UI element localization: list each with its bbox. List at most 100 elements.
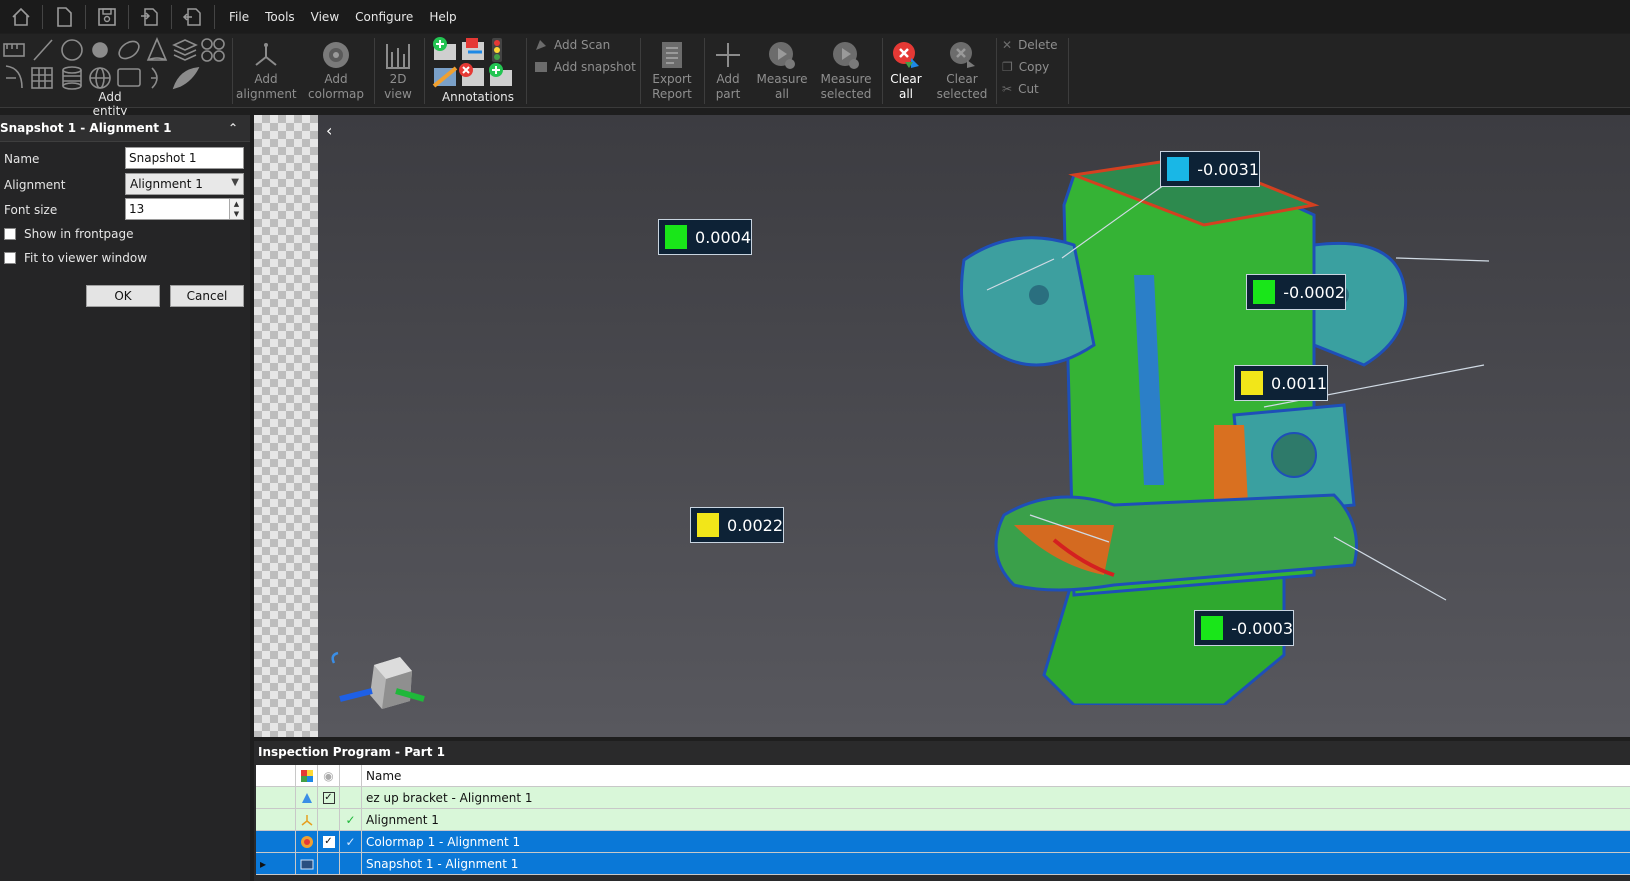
table-row[interactable]: ✓ ez up bracket - Alignment 1 <box>256 787 1630 809</box>
name-row: Name Snapshot 1 <box>0 147 250 171</box>
row-visibility-checkbox[interactable]: ✓ <box>318 831 340 853</box>
show-frontpage-checkbox[interactable] <box>4 228 16 240</box>
plus-icon <box>708 38 748 72</box>
menu-configure[interactable]: Configure <box>355 10 413 24</box>
annotation-callout[interactable]: -0.0002 <box>1246 274 1346 310</box>
export-report-label-1: Export <box>652 72 692 86</box>
add-snapshot-button[interactable]: Add snapshot <box>534 60 636 74</box>
scan-icon <box>536 40 546 50</box>
circle-icon <box>61 39 83 61</box>
table-row[interactable]: ✓ ✓ Colormap 1 - Alignment 1 <box>256 831 1630 853</box>
table-header: ◉ Name <box>256 765 1630 787</box>
delete-icon: ✕ <box>1002 38 1013 52</box>
annotation-callout[interactable]: 0.0022 <box>690 507 784 543</box>
add-colormap-label-2: colormap <box>308 87 364 101</box>
view-cube[interactable] <box>324 651 434 723</box>
name-input[interactable]: Snapshot 1 <box>125 147 244 169</box>
add-colormap-button[interactable]: Add colormap <box>304 38 368 102</box>
annotation-callout[interactable]: -0.0003 <box>1194 610 1294 646</box>
separator <box>424 38 425 104</box>
color-swatch <box>1253 280 1276 304</box>
remove-annotation-icon <box>459 63 484 86</box>
annotation-callout[interactable]: 0.0011 <box>1234 365 1328 401</box>
colormap-row-icon <box>296 831 318 853</box>
menu-file[interactable]: File <box>229 10 249 24</box>
add-scan-label: Add Scan <box>554 38 611 52</box>
new-file-icon[interactable] <box>51 4 77 30</box>
part-3d-model[interactable] <box>754 145 1494 705</box>
delete-label: Delete <box>1018 38 1058 52</box>
annotation-callout[interactable]: 0.0004 <box>658 219 752 255</box>
3d-viewport[interactable]: ‹ -0.0031 0.0004 -0.0002 0.0011 0.0022 -… <box>254 115 1630 737</box>
alignment-select-value: Alignment 1 <box>130 177 203 191</box>
row-status-cell <box>340 787 362 809</box>
header-visibility-icon[interactable]: ◉ <box>318 765 340 787</box>
annotation-gradient-icon <box>432 66 458 88</box>
save-icon[interactable] <box>94 4 120 30</box>
row-visibility-checkbox[interactable]: ✓ <box>318 787 340 809</box>
header-status-cell <box>340 765 362 787</box>
spinner-arrows-icon[interactable]: ▲ ▼ <box>229 199 243 219</box>
export-icon[interactable] <box>180 4 206 30</box>
show-frontpage-label: Show in frontpage <box>24 227 134 241</box>
menu-help[interactable]: Help <box>429 10 456 24</box>
cut-label: Cut <box>1018 82 1039 96</box>
menu-tools[interactable]: Tools <box>265 10 295 24</box>
traffic-light-icon <box>492 38 502 62</box>
scan-icon <box>296 787 318 809</box>
measure-all-button[interactable]: Measure all <box>752 38 812 102</box>
clear-all-button[interactable]: Clear all <box>886 38 926 102</box>
expand-arrow-icon[interactable]: ▸ <box>256 853 296 875</box>
table-row[interactable]: ▸ Snapshot 1 - Alignment 1 <box>256 853 1630 875</box>
separator <box>42 4 43 29</box>
2d-view-button[interactable]: 2D view <box>378 38 418 102</box>
add-part-button[interactable]: Add part <box>708 38 748 102</box>
annotation-value: -0.0031 <box>1197 159 1259 179</box>
measure-selected-button[interactable]: Measure selected <box>814 38 878 102</box>
header-colormap-icon[interactable] <box>296 765 318 787</box>
annotation-callout[interactable]: -0.0031 <box>1160 151 1260 187</box>
name-column-header[interactable]: Name <box>362 765 1630 787</box>
add-annotation-icon <box>433 37 456 60</box>
font-size-stepper[interactable]: 13 ▲ ▼ <box>125 198 244 220</box>
add-scan-button[interactable]: Add Scan <box>534 38 610 52</box>
delete-button[interactable]: ✕ Delete <box>1002 38 1058 52</box>
rectangle-icon <box>117 68 141 87</box>
menu-bar: File Tools View Configure Help <box>0 0 1630 33</box>
separator <box>640 38 641 104</box>
annotations-label: Annotations <box>441 90 515 104</box>
cancel-button[interactable]: Cancel <box>170 285 244 307</box>
import-icon[interactable] <box>137 4 163 30</box>
clear-selected-button[interactable]: Clear selected <box>932 38 992 102</box>
clear-selected-label-1: Clear <box>946 72 978 86</box>
entity-tools <box>3 36 225 90</box>
add-label-icon <box>489 63 512 86</box>
ok-button[interactable]: OK <box>86 285 160 307</box>
show-frontpage-option[interactable]: Show in frontpage <box>4 227 133 241</box>
measure-selected-label-2: selected <box>820 87 872 101</box>
separator <box>1068 38 1069 104</box>
home-icon[interactable] <box>8 4 34 30</box>
alignment-row: Alignment Alignment 1 ▼ <box>0 173 250 197</box>
alignment-icon <box>236 38 296 72</box>
add-part-label-2: part <box>715 87 741 101</box>
transparency-strip <box>254 115 318 737</box>
fit-viewer-option[interactable]: Fit to viewer window <box>4 251 147 265</box>
separator <box>232 38 233 104</box>
collapse-panel-icon[interactable]: ‹ <box>326 121 332 140</box>
pattern-icon <box>201 38 225 62</box>
layers-icon <box>172 39 198 61</box>
add-alignment-button[interactable]: Add alignment <box>236 38 297 102</box>
copy-button[interactable]: ❐ Copy <box>1002 60 1049 74</box>
panel-header[interactable]: Snapshot 1 - Alignment 1 ⌃ <box>0 115 250 142</box>
add-alignment-label-1: Add <box>254 72 278 86</box>
cut-button[interactable]: ✂ Cut <box>1002 82 1039 96</box>
snapshot-icon <box>535 62 547 72</box>
clear-selected-icon <box>932 38 992 72</box>
menu-view[interactable]: View <box>311 10 339 24</box>
export-report-button[interactable]: Export Report <box>644 38 700 102</box>
table-row[interactable]: ✓ Alignment 1 <box>256 809 1630 831</box>
alignment-select[interactable]: Alignment 1 ▼ <box>125 173 244 195</box>
collapse-chevron-icon[interactable]: ⌃ <box>228 121 238 135</box>
fit-viewer-checkbox[interactable] <box>4 252 16 264</box>
